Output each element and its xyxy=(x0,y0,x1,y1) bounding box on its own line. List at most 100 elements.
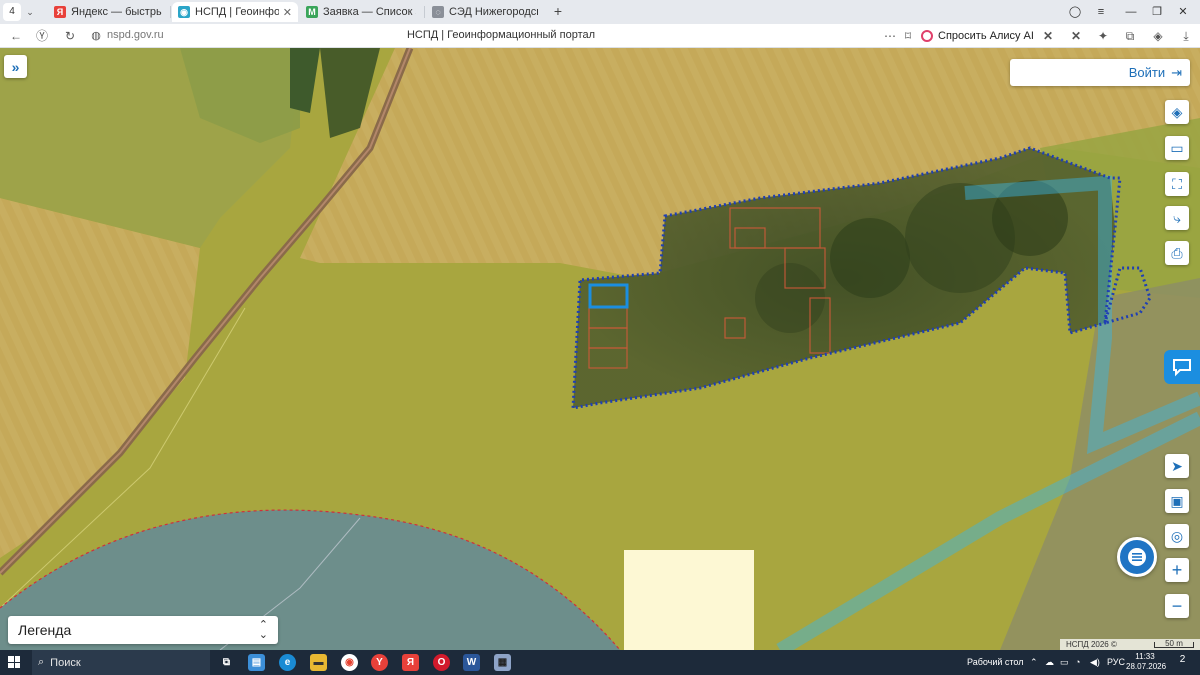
locate-icon: ➤ xyxy=(1171,457,1183,474)
print-icon: ⎙ xyxy=(1171,244,1183,261)
extension-icon[interactable]: ✕ xyxy=(1040,28,1056,44)
login-label: Войти xyxy=(1128,65,1166,80)
clock-date: 28.07.2026 xyxy=(1126,662,1167,671)
minimap-icon: ▣ xyxy=(1170,492,1184,509)
bookmark-icon[interactable]: ⌑ xyxy=(900,28,916,44)
extension-icon[interactable]: ✕ xyxy=(1068,28,1084,44)
tab-title: СЭД Нижегородская обл xyxy=(449,6,538,18)
network-icon[interactable]: ▭ xyxy=(1060,657,1069,668)
legend-dropdown[interactable]: Легенда ⌃ ⌄ xyxy=(8,616,278,644)
zoom-out-icon: − xyxy=(1171,595,1183,616)
m-icon: M xyxy=(306,6,318,18)
zoom-in-icon: + xyxy=(1171,559,1183,580)
onedrive-icon[interactable]: ☁ xyxy=(1045,657,1054,668)
yandex-browser-icon[interactable]: Y xyxy=(371,654,388,671)
tab-nspd[interactable]: ◉ НСПД | Геоинформац ✕ xyxy=(172,2,298,22)
tab-counter[interactable]: 4 ⌄ xyxy=(3,3,43,21)
minimap-button[interactable]: ▣ xyxy=(1165,489,1189,513)
media-app-icon[interactable]: ▤ xyxy=(248,654,265,671)
word-icon[interactable]: W xyxy=(463,654,480,671)
tab-count-badge[interactable]: 4 xyxy=(3,3,21,21)
support-chat-tab[interactable] xyxy=(1164,350,1200,384)
wifi-icon[interactable]: ◔ xyxy=(1075,657,1080,667)
tab-yandex[interactable]: Я Яндекс — быстрый поиск xyxy=(48,2,168,22)
login-button[interactable]: Войти ⇥ xyxy=(1010,59,1190,86)
ask-alice-button[interactable]: Спросить Алису AI xyxy=(921,26,1034,46)
tab-zayavka[interactable]: M Заявка — Список заявок xyxy=(300,2,422,22)
share-button[interactable]: ⤷ xyxy=(1165,206,1189,230)
map-attribution: НСПД 2026 © 50 m xyxy=(1060,639,1200,650)
volume-icon[interactable]: ◀) xyxy=(1090,657,1100,668)
satellite-map[interactable] xyxy=(0,48,1200,650)
address-bar: ← Ⓨ ↻ ◍ nspd.gov.ru НСПД | Геоинформацио… xyxy=(0,24,1200,48)
more-icon[interactable]: ⋯ xyxy=(882,28,898,44)
info-card-placeholder xyxy=(624,550,754,650)
search-icon: ⌕ xyxy=(38,656,45,668)
close-tab-icon[interactable]: ✕ xyxy=(283,6,292,19)
yandex-icon: Я xyxy=(54,6,66,18)
collections-icon[interactable]: ⧉ xyxy=(1122,28,1138,44)
select-area-button[interactable]: ⛶ xyxy=(1165,172,1189,196)
notifications-icon[interactable]: 2 xyxy=(1174,654,1191,671)
expand-panel-button[interactable]: » xyxy=(4,55,27,78)
chevron-updown-icon: ⌃ ⌄ xyxy=(258,619,268,641)
layers-icon: ◈ xyxy=(1171,103,1183,120)
edge-icon[interactable]: e xyxy=(279,654,296,671)
print-button[interactable]: ⎙ xyxy=(1165,241,1189,265)
notification-count: 2 xyxy=(1179,654,1186,665)
taskbar-search[interactable]: ⌕ Поиск xyxy=(32,650,210,675)
tab-divider xyxy=(170,6,171,18)
scale-bar: 50 m xyxy=(1154,639,1194,648)
page-title: НСПД | Геоинформационный портал xyxy=(406,29,596,41)
puzzle-icon[interactable]: ✦ xyxy=(1095,28,1111,44)
tab-strip: 4 ⌄ Я Яндекс — быстрый поиск ◉ НСПД | Ге… xyxy=(0,0,1200,24)
language-indicator[interactable]: РУС xyxy=(1107,657,1125,667)
zoom-out-button[interactable]: − xyxy=(1165,594,1189,618)
chevron-down-icon[interactable]: ⌄ xyxy=(21,7,39,18)
menu-icon[interactable]: ≡ xyxy=(1094,2,1108,22)
vpn-icon[interactable]: ◈ xyxy=(1150,28,1166,44)
zoom-in-button[interactable]: + xyxy=(1165,558,1189,582)
chrome-icon[interactable]: ◉ xyxy=(341,654,358,671)
chevron-up-icon[interactable]: ⌃ xyxy=(1030,657,1038,668)
share-icon: ⤷ xyxy=(1173,209,1181,226)
nspd-icon: ◉ xyxy=(178,6,190,18)
locate-button[interactable]: ➤ xyxy=(1165,454,1189,478)
select-area-icon: ⛶ xyxy=(1172,175,1182,192)
chat-button[interactable] xyxy=(1117,537,1157,577)
tab-divider xyxy=(424,6,425,18)
tab-sed[interactable]: ◌ СЭД Нижегородская обл xyxy=(426,2,544,22)
ruler-button[interactable]: ▭ xyxy=(1165,136,1189,160)
chat-bubble-icon xyxy=(1173,359,1191,377)
alice-icon xyxy=(921,30,933,42)
opera-icon[interactable]: O xyxy=(433,654,450,671)
ruler-icon: ▭ xyxy=(1170,139,1184,156)
legend-label: Легенда xyxy=(18,622,72,638)
taskbar: ⌕ Поиск ⧉ ▤ e ▬ ◉ Y Я O W ▦ Рабочий стол… xyxy=(0,650,1200,675)
tab-title: Яндекс — быстрый поиск xyxy=(71,6,162,18)
clock-time: 11:33 xyxy=(1135,652,1155,661)
windows-start-icon[interactable] xyxy=(8,656,20,668)
downloads-icon[interactable]: ⤓ xyxy=(1178,28,1194,44)
file-explorer-icon[interactable]: ▬ xyxy=(310,654,327,671)
task-view-icon[interactable]: ⧉ xyxy=(218,654,235,671)
tab-title: НСПД | Геоинформац xyxy=(195,6,279,18)
minimize-icon[interactable]: — xyxy=(1124,2,1138,22)
close-window-icon[interactable]: ✕ xyxy=(1176,2,1190,22)
profile-icon[interactable]: ◯ xyxy=(1068,2,1082,22)
yandex-icon[interactable]: Я xyxy=(402,654,419,671)
alice-label: Спросить Алису AI xyxy=(938,30,1034,42)
desktop-label[interactable]: Рабочий стол xyxy=(967,657,1024,667)
tab-title: Заявка — Список заявок xyxy=(323,6,416,18)
layers-button[interactable]: ◈ xyxy=(1165,100,1189,124)
map-view[interactable]: » Войти ⇥ ◈ ▭ ⛶ ⤷ ⎙ ➤ ▣ ◎ + − Легенда ⌃ ⌄… xyxy=(0,48,1200,650)
attribution-text: НСПД 2026 © xyxy=(1066,640,1117,649)
restore-icon[interactable]: ❐ xyxy=(1150,2,1164,22)
pin-icon: ◎ xyxy=(1170,527,1184,544)
chat-icon xyxy=(1128,548,1146,566)
app-icon[interactable]: ▦ xyxy=(494,654,511,671)
new-tab-button[interactable]: + xyxy=(550,4,566,20)
globe-icon: ◌ xyxy=(432,6,444,18)
pin-button[interactable]: ◎ xyxy=(1165,524,1189,548)
system-clock[interactable]: 11:33 28.07.2026 xyxy=(1126,652,1167,672)
